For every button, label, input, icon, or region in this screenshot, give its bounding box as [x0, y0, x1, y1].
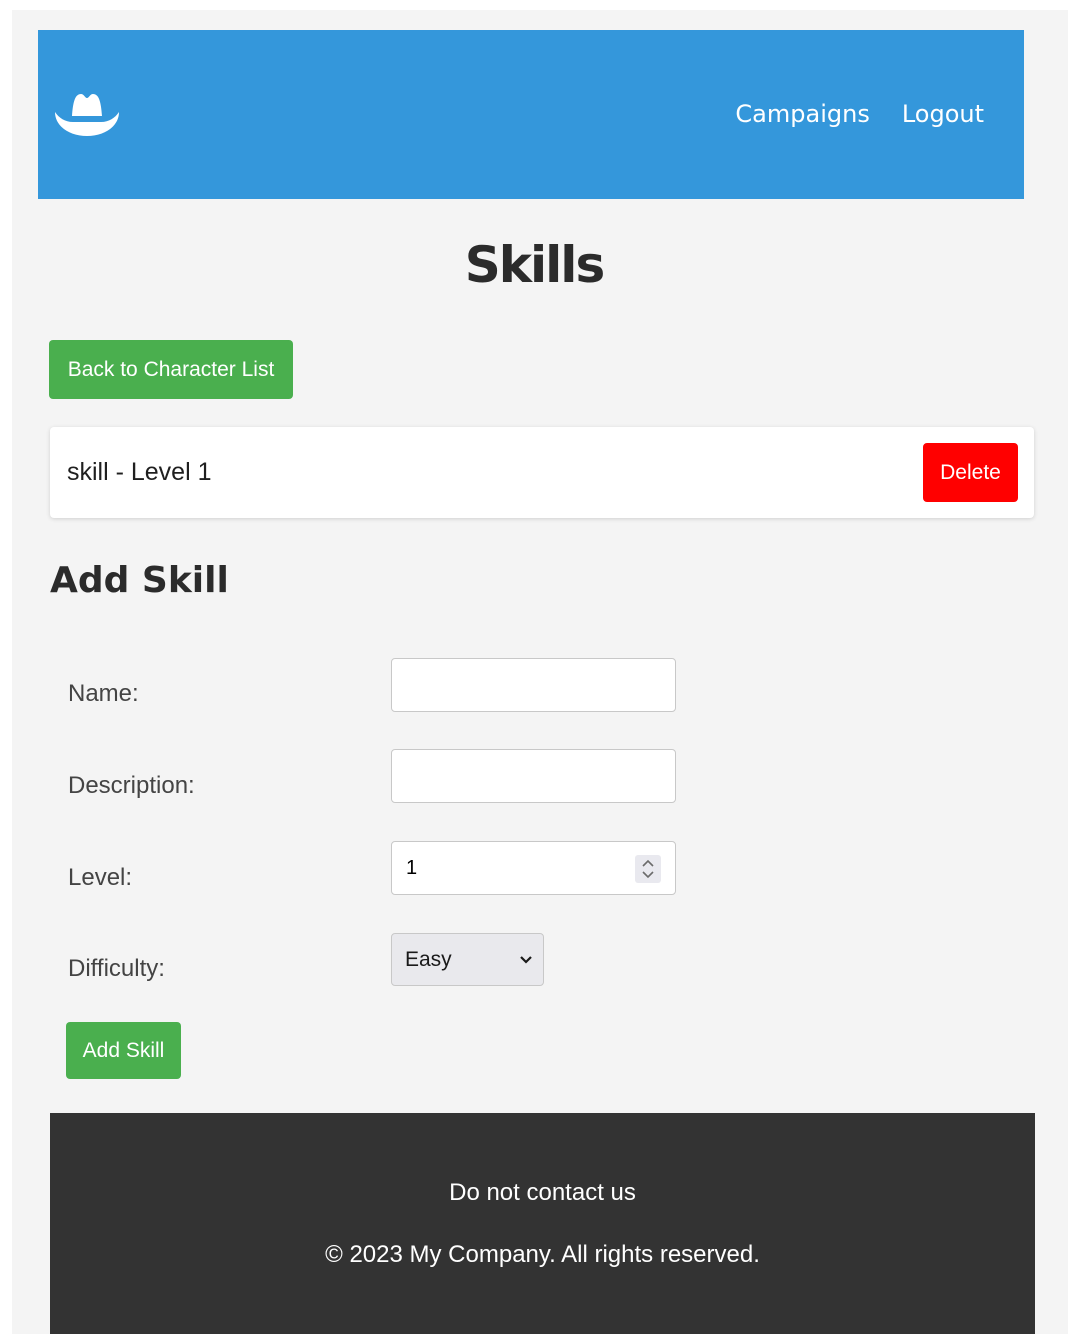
level-number-input[interactable]: 1 [391, 841, 676, 895]
description-label: Description: [68, 772, 195, 799]
difficulty-select[interactable]: Easy [391, 933, 544, 986]
level-label: Level: [68, 864, 133, 891]
chevron-down-icon [520, 956, 532, 964]
description-input[interactable] [391, 749, 676, 803]
footer-copyright-text: © 2023 My Company. All rights reserved. [325, 1241, 760, 1268]
footer: Do not contact us © 2023 My Company. All… [50, 1113, 1035, 1334]
difficulty-selected-value: Easy [405, 948, 452, 971]
footer-contact-text: Do not contact us [449, 1179, 636, 1206]
add-skill-button[interactable]: Add Skill [66, 1022, 181, 1079]
skill-item-label: skill - Level 1 [67, 458, 212, 486]
skill-list-item: skill - Level 1 Delete [50, 427, 1034, 518]
name-label: Name: [68, 680, 139, 707]
main-nav: Campaigns Logout [735, 100, 984, 128]
page-title: Skills [464, 236, 605, 294]
spinner-arrows-icon[interactable] [635, 855, 661, 883]
back-to-character-list-button[interactable]: Back to Character List [49, 340, 293, 399]
nav-campaigns-link[interactable]: Campaigns [735, 100, 869, 128]
header-bar: Campaigns Logout [38, 30, 1024, 199]
name-input[interactable] [391, 658, 676, 712]
delete-skill-button[interactable]: Delete [923, 443, 1018, 502]
cowboy-hat-icon[interactable] [53, 88, 121, 140]
nav-logout-link[interactable]: Logout [902, 100, 984, 128]
level-value: 1 [406, 857, 418, 879]
difficulty-label: Difficulty: [68, 955, 165, 982]
add-skill-heading: Add Skill [50, 560, 229, 601]
